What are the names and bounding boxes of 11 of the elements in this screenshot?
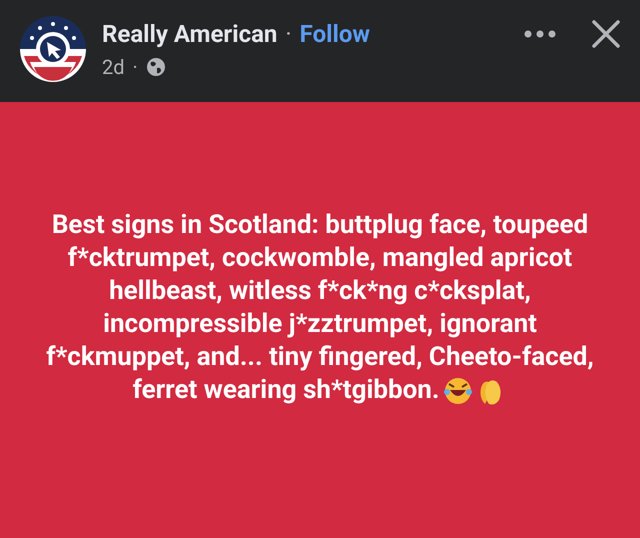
follow-link[interactable]: Follow [300,20,370,48]
separator: · [285,20,292,48]
close-icon[interactable] [592,20,620,48]
author-name[interactable]: Really American [102,20,278,48]
separator: · [132,54,138,81]
page-logo-icon[interactable] [20,16,86,82]
more-options-icon[interactable] [524,30,556,38]
laughing-emoji-icon [443,376,474,406]
post-time[interactable]: 2d [102,52,125,82]
post-message: ferret wearing sh*tgibbon. [132,374,440,407]
globe-icon [146,57,166,77]
